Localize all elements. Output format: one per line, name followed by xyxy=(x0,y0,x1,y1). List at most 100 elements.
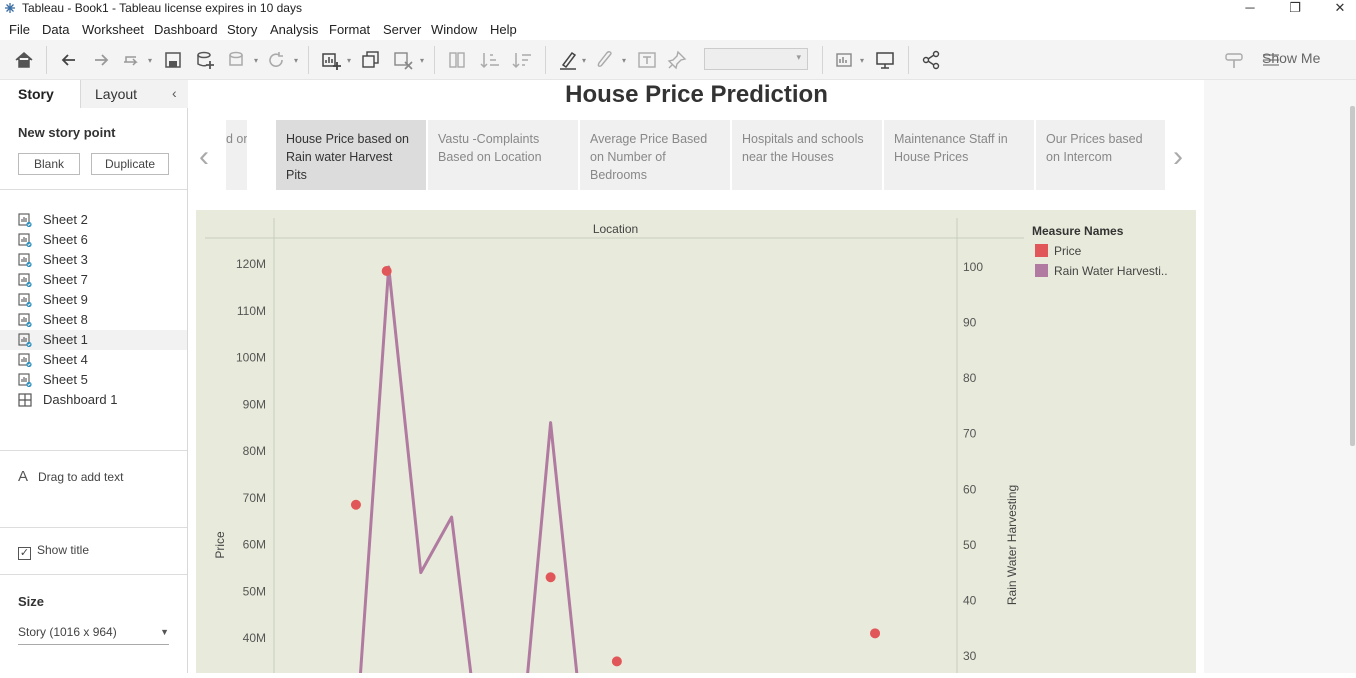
pause-updates-icon[interactable] xyxy=(226,49,248,71)
sheet-item-label: Sheet 4 xyxy=(43,352,88,367)
drag-text-item[interactable]: A Drag to add text xyxy=(18,468,123,485)
y-tick-label: 120M xyxy=(236,257,266,271)
sheet-item-label: Sheet 8 xyxy=(43,312,88,327)
undo-icon[interactable] xyxy=(58,49,80,71)
y-tick-label: 100M xyxy=(236,351,266,365)
labels-icon[interactable] xyxy=(636,49,658,71)
sheet-item-label: Sheet 5 xyxy=(43,372,88,387)
story-point[interactable]: d on xyxy=(226,120,247,190)
refresh-icon[interactable] xyxy=(265,49,287,71)
story-point[interactable]: Our Prices based on Intercom xyxy=(1036,120,1165,190)
rain-water-series-line xyxy=(359,265,579,673)
clear-sheet-icon[interactable] xyxy=(392,49,414,71)
worksheet-icon xyxy=(18,253,32,267)
show-title-label: Show title xyxy=(37,543,90,557)
price-point xyxy=(611,656,622,667)
sheet-item[interactable]: Sheet 8 xyxy=(0,310,187,330)
menu-story[interactable]: Story xyxy=(227,22,257,37)
menu-file[interactable]: File xyxy=(9,22,30,37)
presentation-icon[interactable] xyxy=(874,49,896,71)
menu-help[interactable]: Help xyxy=(490,22,517,37)
menu-dashboard[interactable]: Dashboard xyxy=(154,22,218,37)
size-value: Story (1016 x 964) xyxy=(18,625,117,639)
sheet-item[interactable]: Sheet 5 xyxy=(0,370,187,390)
collapse-panel-icon[interactable]: ‹ xyxy=(172,85,177,101)
sheet-item[interactable]: Sheet 1 xyxy=(0,330,187,350)
y2-tick-label: 100 xyxy=(963,260,983,274)
blank-button[interactable]: Blank xyxy=(18,153,80,175)
duplicate-button[interactable]: Duplicate xyxy=(91,153,169,175)
sheet-item[interactable]: Sheet 7 xyxy=(0,270,187,290)
tooltip-icon[interactable] xyxy=(1223,49,1245,71)
menu-worksheet[interactable]: Worksheet xyxy=(82,22,144,37)
y2-tick-label: 70 xyxy=(963,427,977,441)
story-point[interactable]: House Price based on Rain water Harvest … xyxy=(276,120,426,190)
y-tick-label: 70M xyxy=(243,491,266,505)
chart: Location 120M 110M 100M 90M 80M 70M 60M 50M 40M 10… xyxy=(205,218,1168,673)
toolbar: ▾ ▾ ▾ ▾ ▾ ▾ ▾ ▾ xyxy=(0,40,1356,80)
sheet-item-label: Sheet 6 xyxy=(43,232,88,247)
new-story-point-heading: New story point xyxy=(18,125,116,140)
vertical-scrollbar[interactable] xyxy=(1349,80,1356,673)
checkbox-checked-icon[interactable]: ✓ xyxy=(18,547,31,560)
sort-descending-icon[interactable] xyxy=(511,49,533,71)
panel-tabs: Story Layout ‹ xyxy=(0,80,188,108)
minimize-icon[interactable]: ─ xyxy=(1236,0,1264,16)
menu-analysis[interactable]: Analysis xyxy=(270,22,318,37)
share-icon[interactable] xyxy=(920,49,942,71)
redo-icon[interactable] xyxy=(90,49,112,71)
worksheet-icon xyxy=(18,233,32,247)
replay-icon[interactable] xyxy=(120,49,142,71)
restore-icon[interactable]: ❐ xyxy=(1281,0,1309,16)
worksheet-icon xyxy=(18,273,32,287)
y-tick-label: 80M xyxy=(243,444,266,458)
show-title-checkbox[interactable]: ✓ Show title xyxy=(18,543,89,560)
story-point[interactable]: Maintenance Staff in House Prices xyxy=(884,120,1034,190)
price-point xyxy=(381,266,392,277)
swap-icon[interactable] xyxy=(446,49,468,71)
pin-icon[interactable] xyxy=(666,49,688,71)
home-icon[interactable] xyxy=(13,49,35,71)
duplicate-sheet-icon[interactable] xyxy=(360,49,382,71)
worksheet-icon xyxy=(18,333,32,347)
sheet-item[interactable]: Sheet 4 xyxy=(0,350,187,370)
sheet-item[interactable]: Sheet 2 xyxy=(0,210,187,230)
story-point[interactable]: Hospitals and schools near the Houses xyxy=(732,120,882,190)
sheet-item-label: Sheet 7 xyxy=(43,272,88,287)
menu-server[interactable]: Server xyxy=(383,22,421,37)
sheet-item[interactable]: Sheet 3 xyxy=(0,250,187,270)
new-worksheet-icon[interactable] xyxy=(320,49,342,71)
fit-icon[interactable] xyxy=(834,49,856,71)
sheet-item-label: Sheet 9 xyxy=(43,292,88,307)
scrollbar-thumb[interactable] xyxy=(1350,106,1355,446)
worksheet-view: Location 120M 110M 100M 90M 80M 70M 60M 50M 40M 10… xyxy=(196,210,1196,673)
sheet-item[interactable]: Dashboard 1 xyxy=(0,390,187,410)
new-datasource-icon[interactable] xyxy=(194,49,216,71)
tab-story[interactable]: Story xyxy=(0,80,80,108)
menu-data[interactable]: Data xyxy=(42,22,69,37)
y2-tick-label: 40 xyxy=(963,593,977,607)
next-story-point-icon[interactable]: › xyxy=(1173,140,1183,174)
previous-story-point-icon[interactable]: ‹ xyxy=(199,140,209,174)
menu-window[interactable]: Window xyxy=(431,22,477,37)
story-point[interactable]: Average Price Based on Number of Bedroom… xyxy=(580,120,730,190)
sheet-item[interactable]: Sheet 6 xyxy=(0,230,187,250)
story-canvas: House Price Prediction ‹ › d on House Pri… xyxy=(189,80,1356,673)
save-icon[interactable] xyxy=(162,49,184,71)
format-dropdown[interactable] xyxy=(704,48,808,70)
close-icon[interactable]: ✕ xyxy=(1326,0,1354,16)
text-object-icon: A xyxy=(18,468,29,485)
sheet-item-label: Dashboard 1 xyxy=(43,392,118,407)
sort-ascending-icon[interactable] xyxy=(479,49,501,71)
annotate-icon[interactable] xyxy=(594,49,616,71)
y2-axis-title: Rain Water Harvesting xyxy=(1005,485,1019,605)
highlight-icon[interactable] xyxy=(557,49,579,71)
show-me-button[interactable]: Show Me xyxy=(1262,50,1320,66)
sheet-item[interactable]: Sheet 9 xyxy=(0,290,187,310)
story-area: House Price Prediction ‹ › d on House Pri… xyxy=(189,80,1204,673)
column-header-location: Location xyxy=(593,222,638,236)
story-point[interactable]: Vastu -Complaints Based on Location xyxy=(428,120,578,190)
size-dropdown[interactable]: Story (1016 x 964) ▼ xyxy=(18,625,169,645)
menu-format[interactable]: Format xyxy=(329,22,370,37)
dashboard-icon xyxy=(18,393,32,407)
